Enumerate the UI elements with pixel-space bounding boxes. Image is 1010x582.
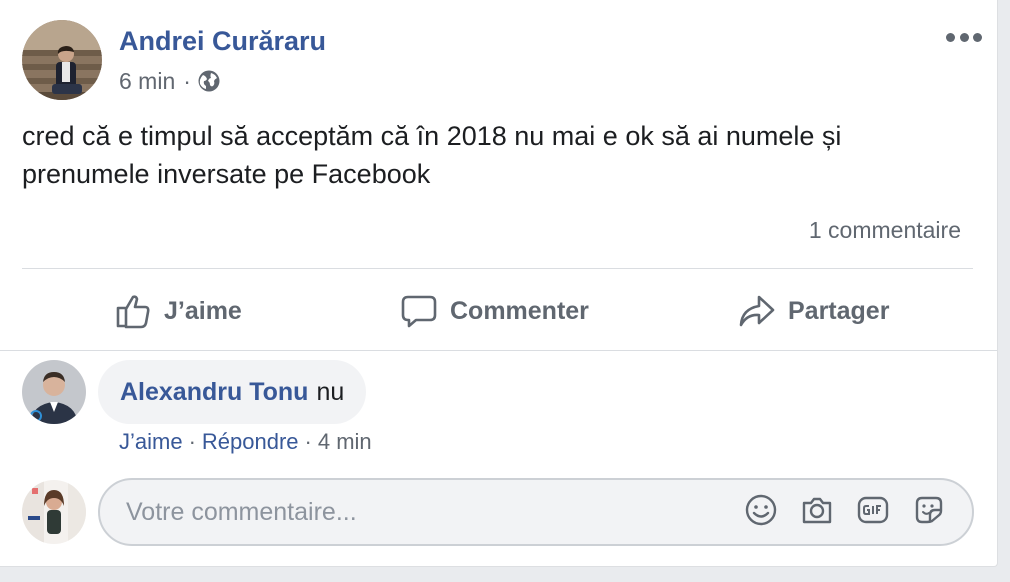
- post-timestamp[interactable]: 6 min: [119, 68, 175, 95]
- commenter-avatar[interactable]: [22, 360, 86, 424]
- comment-bubble: Alexandru Tonu nu: [98, 360, 367, 424]
- comment-actions-separator: ·: [304, 429, 312, 454]
- thumbs-up-icon: [116, 295, 150, 329]
- comment-actions-separator: ·: [188, 429, 196, 454]
- author-name[interactable]: Andrei Curăraru: [119, 26, 326, 57]
- like-button[interactable]: J’aime: [114, 276, 242, 346]
- comment-button[interactable]: Commenter: [400, 276, 589, 346]
- current-user-avatar[interactable]: [22, 480, 86, 544]
- comment-like-link[interactable]: J’aime: [119, 429, 183, 455]
- globe-icon[interactable]: [197, 69, 221, 93]
- share-button[interactable]: Partager: [738, 276, 889, 346]
- post-text: cred că e timpul să acceptăm că în 2018 …: [22, 121, 842, 189]
- emoji-icon[interactable]: [744, 493, 778, 527]
- meta-separator: ·: [183, 67, 191, 94]
- gif-icon[interactable]: [856, 493, 890, 527]
- comment-reply-link[interactable]: Répondre: [202, 429, 299, 455]
- divider: [22, 268, 973, 269]
- like-label: J’aime: [164, 296, 242, 325]
- post-actions: J’aime Commenter Partager: [22, 276, 973, 346]
- author-avatar[interactable]: [22, 20, 102, 100]
- comment-timestamp[interactable]: 4 min: [318, 429, 372, 455]
- comment-label: Commenter: [450, 296, 589, 325]
- post-card: Andrei Curăraru 6 min · cred că e timpul…: [0, 0, 998, 567]
- comments-separator: [0, 350, 997, 351]
- share-label: Partager: [788, 296, 890, 325]
- comment-composer: [98, 478, 974, 546]
- share-icon: [739, 295, 775, 327]
- commenter-name[interactable]: Alexandru Tonu: [120, 378, 308, 407]
- comment-input[interactable]: [124, 496, 728, 528]
- comment-actions: J’aime · Répondre · 4 min: [119, 428, 372, 456]
- sticker-icon[interactable]: [912, 493, 946, 527]
- comment-count[interactable]: 1 commentaire: [809, 217, 961, 244]
- comment-icon: [401, 295, 437, 328]
- post-meta: 6 min ·: [119, 66, 221, 96]
- more-options-icon[interactable]: [946, 28, 982, 46]
- composer-tools: [722, 493, 946, 527]
- comment-text: nu: [316, 377, 345, 406]
- camera-icon[interactable]: [800, 493, 834, 527]
